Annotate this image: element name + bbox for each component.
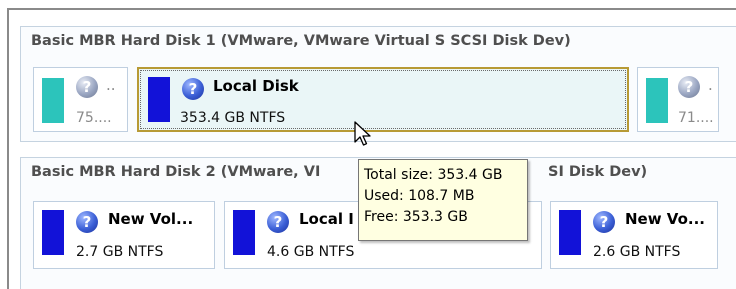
mouse-pointer-icon (354, 121, 371, 146)
disk-1-partition-3[interactable]: ? . 71.... (637, 67, 719, 132)
partition-color-bar (233, 210, 255, 255)
question-icon: ? (267, 211, 289, 233)
disk-2-title-tail: SI Disk Dev) (548, 164, 648, 180)
tooltip-free: Free: 353.3 GB (364, 209, 468, 225)
disk-2-partition-3[interactable]: ? New Vo... 2.6 GB NTFS (550, 201, 718, 269)
partition-name: Local Disk (213, 77, 299, 95)
disk-1-partition-local-disk[interactable]: ? Local Disk 353.4 GB NTFS (137, 67, 629, 132)
question-icon: ? (678, 76, 700, 98)
partition-color-bar (148, 77, 170, 122)
disk-1-partition-1[interactable]: ? .. 75.... (33, 67, 128, 132)
question-icon: ? (76, 211, 98, 233)
partition-size: 71.... (678, 110, 714, 126)
partition-size: 2.7 GB NTFS (76, 244, 164, 260)
partition-color-bar (646, 78, 668, 123)
tooltip-total-size: Total size: 353.4 GB (364, 167, 503, 183)
disk-1-group: Basic MBR Hard Disk 1 (VMware, VMware Vi… (20, 26, 736, 142)
partition-name: .. (106, 76, 116, 94)
partition-size: 353.4 GB NTFS (180, 110, 286, 126)
partition-color-bar (42, 78, 64, 123)
partition-color-bar (559, 210, 581, 255)
tooltip-used: Used: 108.7 MB (364, 188, 475, 204)
partition-name: . (708, 76, 713, 94)
partition-color-bar (42, 210, 64, 255)
disk-2-title: Basic MBR Hard Disk 2 (VMware, VI (31, 164, 321, 180)
partition-size: 2.6 GB NTFS (593, 244, 681, 260)
partition-name: Local I (299, 210, 354, 228)
disk-2-partition-1[interactable]: ? New Vol... 2.7 GB NTFS (33, 201, 215, 269)
question-icon: ? (182, 78, 204, 100)
question-icon: ? (76, 76, 98, 98)
question-icon: ? (593, 211, 615, 233)
partition-name: New Vol... (108, 210, 194, 228)
partition-size: 75.... (76, 110, 112, 126)
partition-name: New Vo... (625, 210, 705, 228)
partition-info-tooltip: Total size: 353.4 GB Used: 108.7 MB Free… (358, 159, 528, 241)
disk-1-title: Basic MBR Hard Disk 1 (VMware, VMware Vi… (31, 33, 571, 49)
partition-size: 4.6 GB NTFS (267, 244, 355, 260)
